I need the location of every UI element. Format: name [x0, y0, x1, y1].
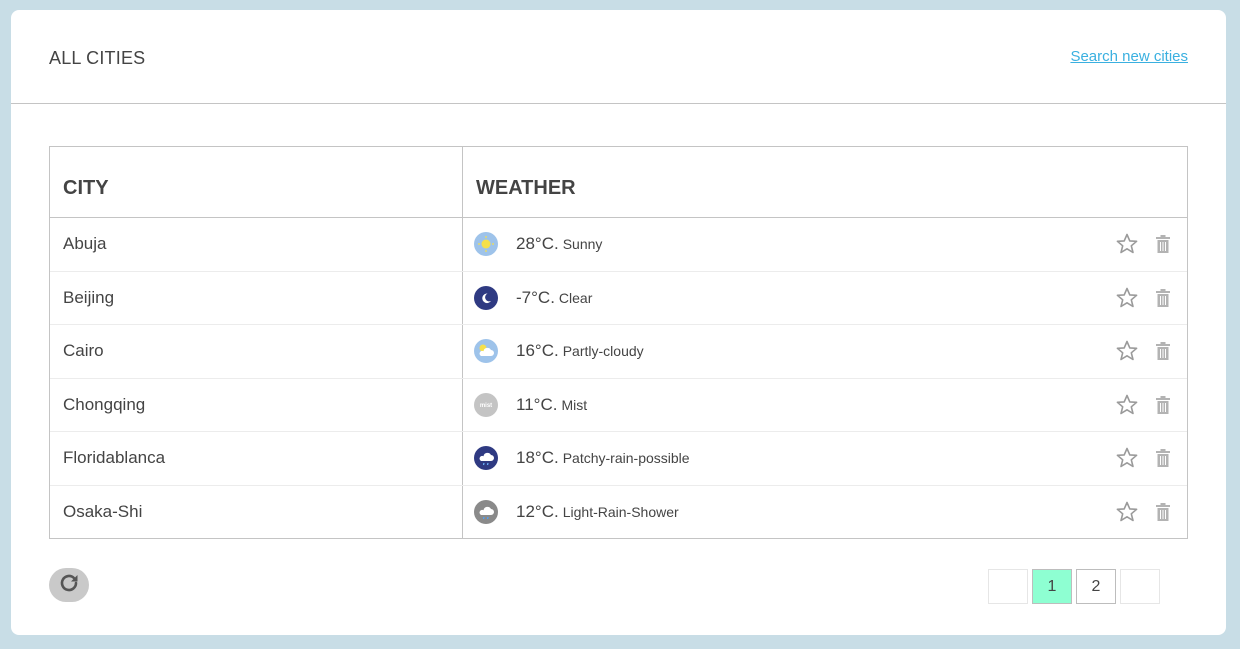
- row-actions: [1115, 286, 1171, 310]
- condition: Mist: [561, 396, 588, 413]
- favorite-star-icon[interactable]: [1115, 500, 1139, 524]
- refresh-button[interactable]: [49, 568, 89, 602]
- city-name: Beijing: [50, 271, 463, 324]
- refresh-icon: [58, 572, 80, 599]
- table-body: Abuja 28°C. Sunny Beijing -7°C. Clear Ca…: [50, 218, 1187, 539]
- table-row: Abuja 28°C. Sunny: [50, 218, 1187, 272]
- weather-cell: mist 11°C. Mist: [463, 379, 1187, 432]
- cities-table: CITY WEATHER Abuja 28°C. Sunny Beijing -…: [49, 146, 1188, 539]
- favorite-star-icon[interactable]: [1115, 446, 1139, 470]
- weather-cell: 16°C. Partly-cloudy: [463, 325, 1187, 378]
- weather-cell: 18°C. Patchy-rain-possible: [463, 432, 1187, 485]
- row-actions: [1115, 500, 1171, 524]
- temperature: -7°C.: [516, 287, 555, 307]
- temperature: 12°C.: [516, 502, 559, 522]
- table-header: CITY WEATHER: [50, 147, 1187, 218]
- city-name: Cairo: [50, 325, 463, 378]
- condition: Patchy-rain-possible: [562, 450, 690, 467]
- temperature: 11°C.: [516, 394, 558, 414]
- weather-cell: 12°C. Light-Rain-Shower: [463, 486, 1187, 540]
- table-row: Cairo 16°C. Partly-cloudy: [50, 325, 1187, 379]
- temperature: 18°C.: [516, 448, 559, 468]
- patchy-rain-night-icon: [474, 446, 498, 471]
- partly-cloudy-icon: [474, 339, 498, 364]
- condition: Partly-cloudy: [562, 343, 644, 360]
- mist-icon-text: mist: [480, 403, 492, 409]
- favorite-star-icon[interactable]: [1115, 232, 1139, 256]
- page-title: ALL CITIES: [49, 48, 146, 68]
- delete-trash-icon[interactable]: [1155, 395, 1171, 415]
- search-new-cities-link[interactable]: Search new cities: [1070, 48, 1188, 65]
- table-row: Floridablanca 18°C. Patchy-rain-possible: [50, 432, 1187, 486]
- weather-cell: -7°C. Clear: [463, 272, 1187, 325]
- favorite-star-icon[interactable]: [1115, 339, 1139, 363]
- mist-icon: mist: [474, 392, 498, 417]
- table-row: Chongqing mist 11°C. Mist: [50, 378, 1187, 432]
- delete-trash-icon[interactable]: [1155, 341, 1171, 361]
- row-actions: [1115, 446, 1171, 470]
- condition: Sunny: [562, 236, 603, 253]
- card-header: ALL CITIES Search new cities: [11, 10, 1226, 104]
- row-actions: [1115, 339, 1171, 363]
- row-actions: [1115, 393, 1171, 417]
- delete-trash-icon[interactable]: [1155, 502, 1171, 522]
- sunny-icon: [474, 232, 498, 257]
- city-name: Osaka-Shi: [50, 485, 463, 539]
- condition: Light-Rain-Shower: [562, 504, 679, 521]
- table-row: Osaka-Shi 12°C. Light-Rain-Shower: [50, 485, 1187, 540]
- table-row: Beijing -7°C. Clear: [50, 271, 1187, 325]
- page-1-button[interactable]: 1: [1032, 569, 1072, 604]
- column-header-city: CITY: [50, 147, 463, 217]
- favorite-star-icon[interactable]: [1115, 286, 1139, 310]
- clear-night-icon: [474, 285, 498, 310]
- cities-card: ALL CITIES Search new cities CITY WEATHE…: [11, 10, 1226, 635]
- temperature: 16°C.: [516, 341, 559, 361]
- weather-cell: 28°C. Sunny: [463, 218, 1187, 271]
- delete-trash-icon[interactable]: [1155, 234, 1171, 254]
- city-name: Chongqing: [50, 378, 463, 431]
- page-2-button[interactable]: 2: [1076, 569, 1116, 604]
- light-rain-shower-icon: [474, 500, 498, 525]
- city-name: Abuja: [50, 218, 463, 271]
- city-name: Floridablanca: [50, 432, 463, 485]
- pagination-next[interactable]: [1120, 569, 1160, 604]
- column-header-weather: WEATHER: [476, 177, 576, 199]
- temperature: 28°C.: [516, 234, 559, 254]
- pagination-prev[interactable]: [988, 569, 1028, 604]
- delete-trash-icon[interactable]: [1155, 288, 1171, 308]
- delete-trash-icon[interactable]: [1155, 448, 1171, 468]
- pagination: 1 2: [988, 569, 1160, 604]
- favorite-star-icon[interactable]: [1115, 393, 1139, 417]
- row-actions: [1115, 232, 1171, 256]
- condition: Clear: [558, 289, 593, 306]
